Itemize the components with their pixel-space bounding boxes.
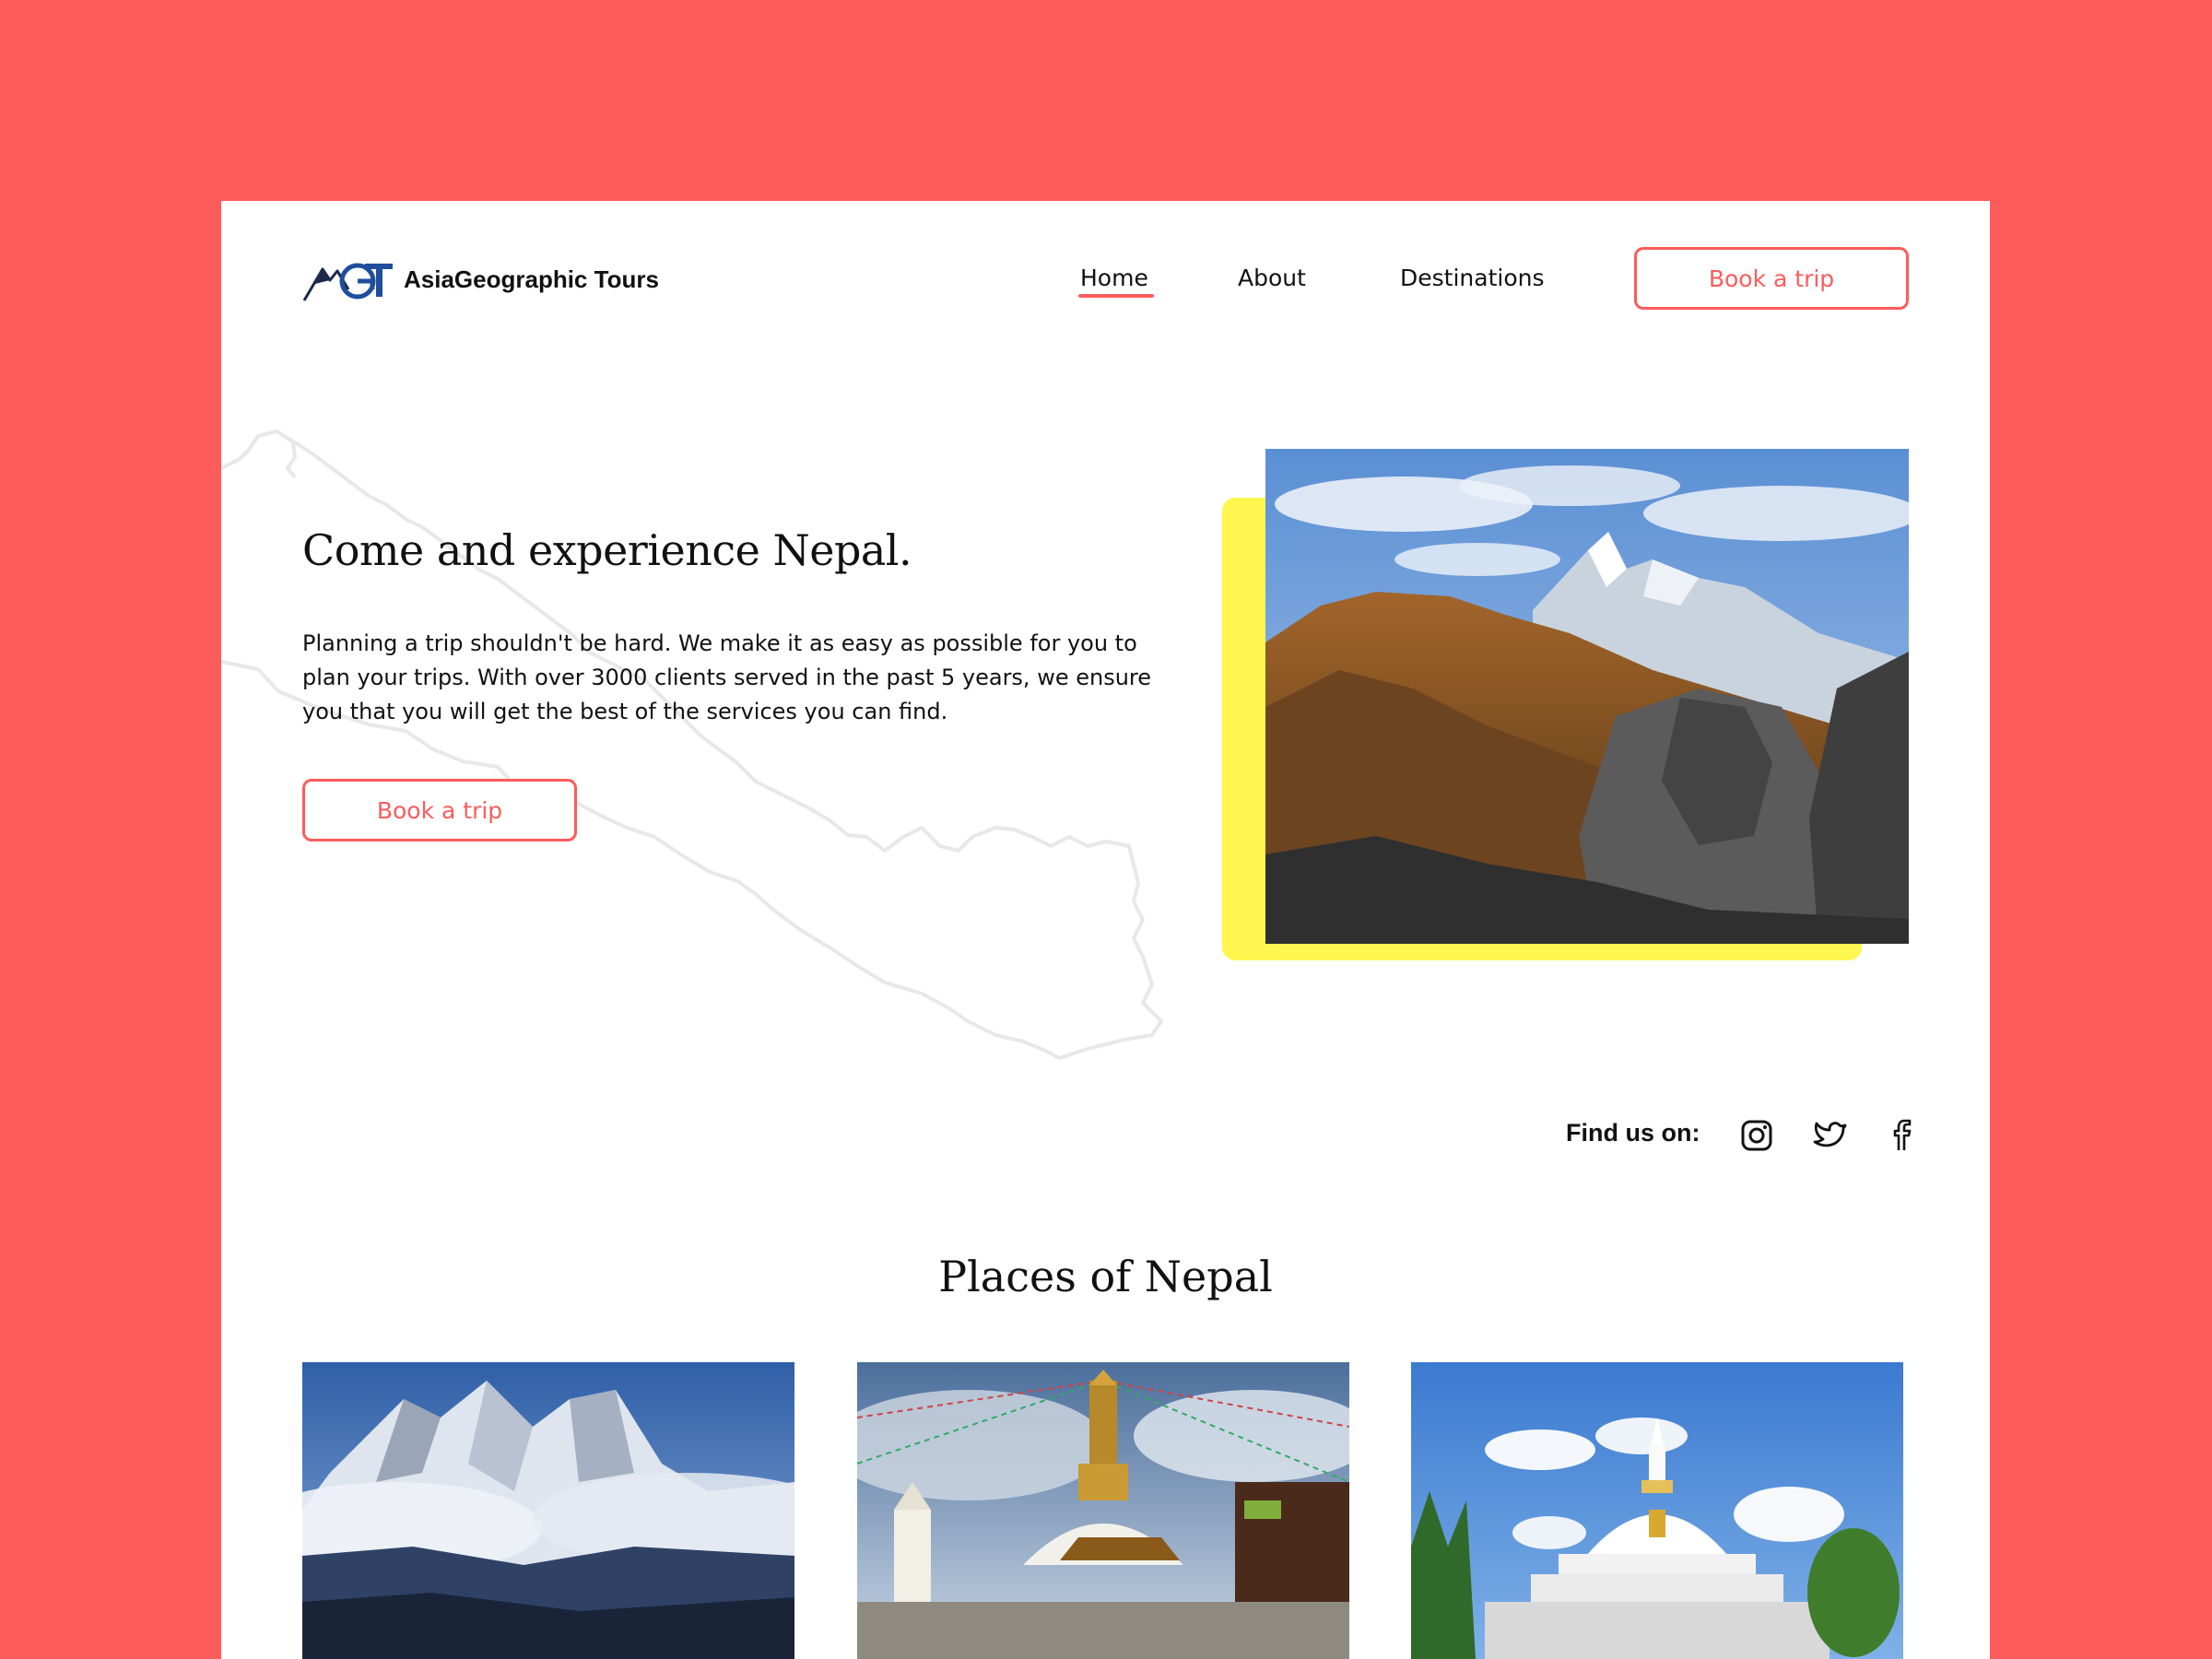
facebook-icon[interactable]	[1883, 1117, 1920, 1154]
places-title: Places of Nepal	[938, 1252, 1273, 1301]
nav-destinations[interactable]: Destinations	[1400, 260, 1544, 297]
brand-logo[interactable]: AsiaGeographic Tours	[302, 256, 659, 302]
header-book-trip-button[interactable]: Book a trip	[1634, 247, 1909, 310]
agt-logo-icon	[302, 263, 393, 301]
brand-name: AsiaGeographic Tours	[404, 265, 659, 293]
snowy-peaks-photo-icon	[302, 1362, 794, 1659]
hero-description: Planning a trip shouldn't be hard. We ma…	[302, 630, 1152, 724]
place-card-snowy-peaks[interactable]	[302, 1362, 794, 1659]
landing-page: AsiaGeographic Tours Home About Destinat…	[221, 201, 1990, 1659]
hero-mountain-photo	[1265, 449, 1909, 944]
twitter-icon[interactable]	[1812, 1117, 1849, 1154]
nav-about[interactable]: About	[1238, 260, 1306, 297]
hero-title: Come and experience Nepal.	[302, 525, 912, 575]
place-card-swayambhunath[interactable]	[857, 1362, 1349, 1659]
white-peace-pagoda-photo-icon	[1411, 1362, 1903, 1659]
nav-active-underline	[1078, 294, 1154, 298]
hero-book-trip-button[interactable]: Book a trip	[302, 779, 577, 841]
nav-home[interactable]: Home	[1080, 260, 1148, 297]
instagram-icon[interactable]	[1738, 1117, 1775, 1154]
mountain-photo-icon	[1265, 449, 1909, 944]
place-card-peace-pagoda[interactable]	[1411, 1362, 1903, 1659]
swayambhunath-stupa-photo-icon	[857, 1362, 1349, 1659]
find-us-label: Find us on:	[1566, 1119, 1700, 1147]
